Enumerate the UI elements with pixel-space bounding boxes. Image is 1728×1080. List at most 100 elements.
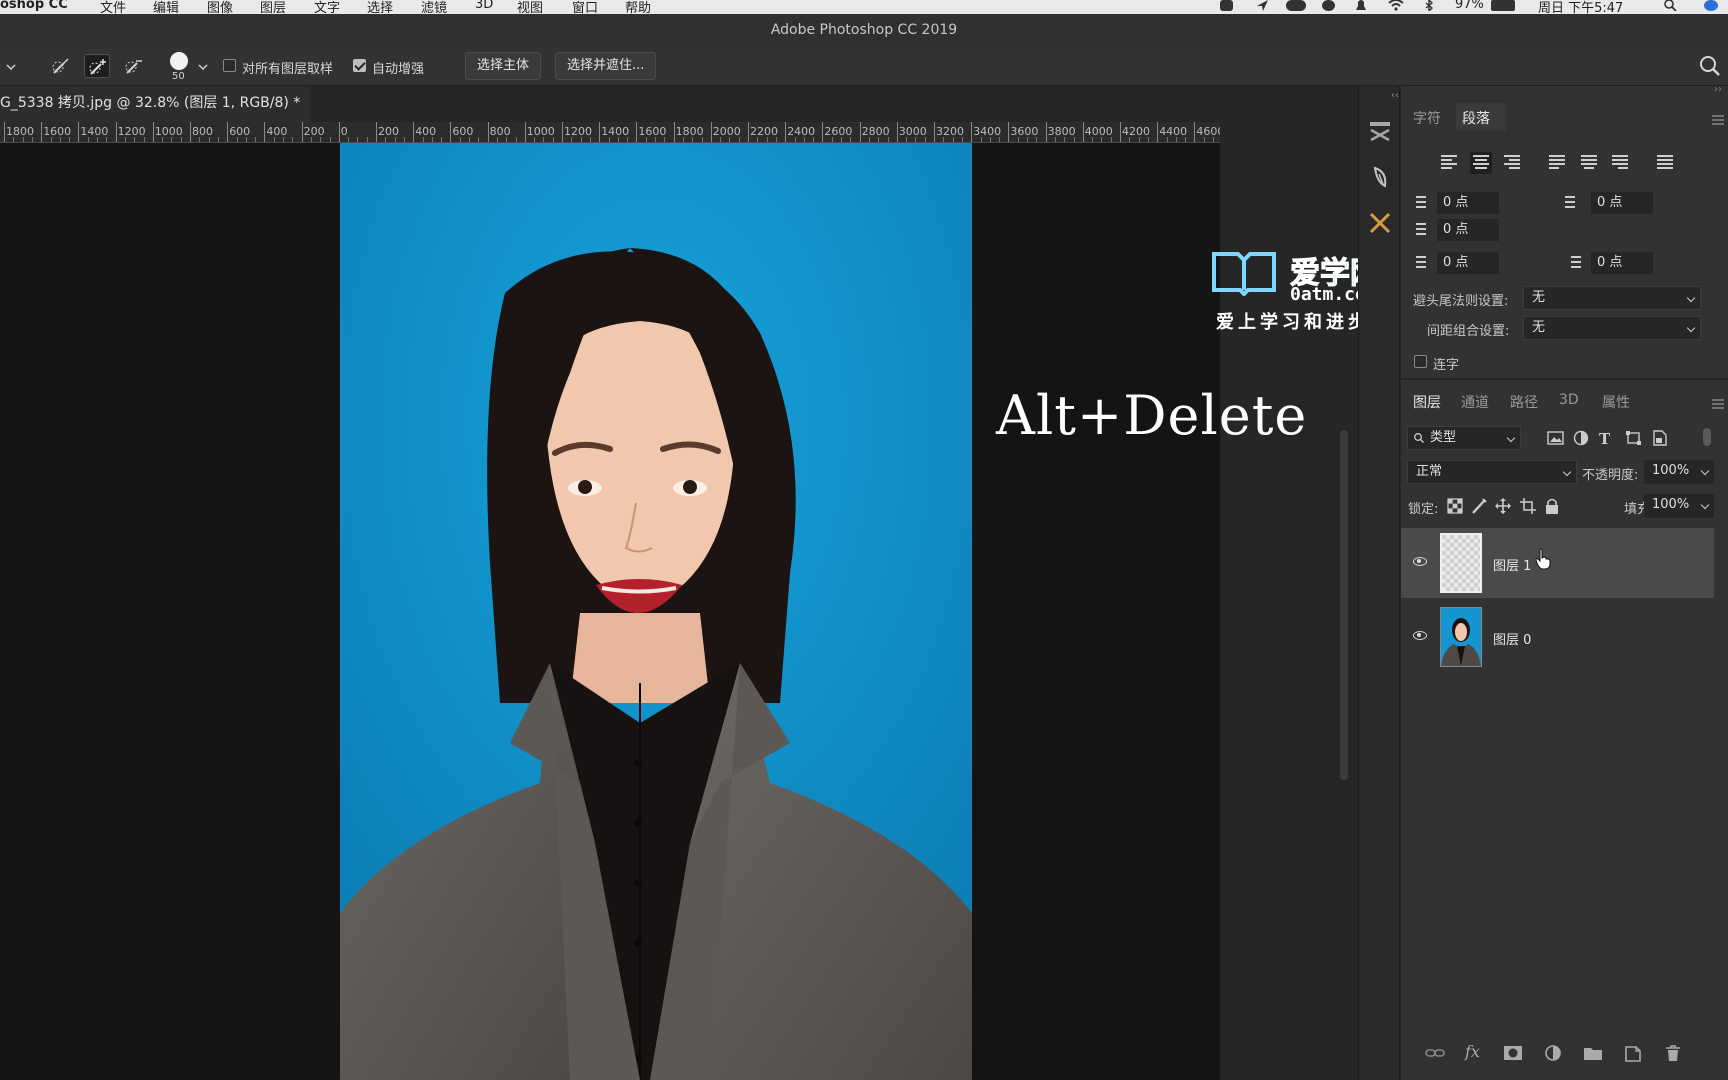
brush-size-preview-icon[interactable] [170, 52, 188, 70]
indent-first-line-field[interactable]: 0 点 [1437, 219, 1499, 241]
menubar-clock[interactable]: 周日 下午5:47 [1538, 0, 1623, 14]
hyphenate-checkbox[interactable] [1414, 355, 1427, 368]
filter-toggle-icon[interactable] [1703, 428, 1711, 446]
sample-all-layers-label[interactable]: 对所有图层取样 [242, 58, 333, 77]
tab-layers[interactable]: 图层 [1413, 392, 1441, 412]
new-adjustment-layer-icon[interactable] [1543, 1044, 1563, 1062]
subtract-from-selection-brush-icon[interactable] [121, 54, 147, 78]
space-after-field[interactable]: 0 点 [1591, 252, 1653, 274]
tab-character[interactable]: 字符 [1413, 108, 1441, 128]
clone-source-icon[interactable] [1367, 210, 1393, 236]
opacity-field[interactable]: 100% [1644, 460, 1714, 484]
lock-image-pixels-icon[interactable] [1471, 498, 1489, 514]
tray-bluetooth-icon[interactable] [1424, 0, 1437, 13]
select-subject-button[interactable]: 选择主体 [465, 52, 542, 80]
kinsoku-dropdown[interactable]: 无 [1523, 286, 1701, 310]
lock-all-icon[interactable] [1545, 498, 1563, 514]
tab-properties[interactable]: 属性 [1602, 392, 1630, 412]
layer-name[interactable]: 图层 1 [1493, 555, 1531, 574]
menu-3d[interactable]: 3D [475, 0, 493, 12]
document-tab[interactable]: G_5338 拷贝.jpg @ 32.8% (图层 1, RGB/8) * [0, 86, 311, 122]
justify-last-right-icon[interactable] [1609, 152, 1631, 174]
portrait-photo[interactable] [340, 143, 972, 1080]
brush-picker-chevron-icon[interactable] [198, 61, 208, 76]
justify-all-icon[interactable] [1654, 152, 1676, 174]
auto-enhance-label[interactable]: 自动增强 [372, 58, 424, 77]
canvas-vertical-scrollbar[interactable] [1340, 430, 1348, 780]
link-layers-icon[interactable] [1425, 1044, 1445, 1062]
search-icon[interactable] [1699, 55, 1721, 81]
hyphenate-label[interactable]: 连字 [1433, 354, 1459, 373]
filter-smart-objects-icon[interactable] [1651, 430, 1669, 446]
space-before-field[interactable]: 0 点 [1437, 252, 1499, 274]
justify-last-left-icon[interactable] [1546, 152, 1568, 174]
menu-edit[interactable]: 编辑 [153, 0, 179, 14]
tray-p-icon[interactable] [1322, 0, 1335, 11]
indent-right-field[interactable]: 0 点 [1591, 192, 1653, 214]
delete-layer-trash-icon[interactable] [1663, 1044, 1683, 1062]
layer-row-layer-0[interactable]: 图层 0 [1401, 602, 1714, 672]
indent-left-field[interactable]: 0 点 [1437, 192, 1499, 214]
justify-last-center-icon[interactable] [1578, 152, 1600, 174]
layers-panel-menu-icon[interactable] [1712, 398, 1724, 413]
tool-preset-chevron-icon[interactable] [6, 61, 16, 76]
tray-wifi-icon[interactable] [1388, 0, 1404, 11]
visibility-eye-icon[interactable] [1413, 631, 1427, 640]
filter-type-layers-icon[interactable]: T [1599, 430, 1617, 448]
menu-file[interactable]: 文件 [100, 0, 126, 14]
collapse-panels-icon[interactable]: ‹‹ [1391, 90, 1399, 101]
lock-position-icon[interactable] [1495, 498, 1513, 514]
visibility-eye-icon[interactable] [1413, 557, 1427, 566]
horizontal-ruler[interactable]: 1800 1600 1400 1200 1000 800 600 400 200 0 200 400 6… [0, 122, 1220, 143]
menu-type[interactable]: 文字 [314, 0, 340, 14]
select-and-mask-button[interactable]: 选择并遮住... [555, 52, 657, 80]
auto-enhance-checkbox[interactable] [353, 59, 366, 72]
fill-field[interactable]: 100% [1644, 494, 1714, 518]
menu-window[interactable]: 窗口 [572, 0, 598, 14]
spotlight-search-icon[interactable] [1664, 0, 1677, 12]
filter-pixel-layers-icon[interactable] [1547, 430, 1565, 446]
align-center-icon[interactable] [1470, 152, 1492, 174]
menu-image[interactable]: 图像 [207, 0, 233, 14]
tool-presets-icon[interactable] [1367, 118, 1393, 144]
new-layer-icon[interactable] [1623, 1044, 1643, 1062]
sample-all-layers-checkbox[interactable] [223, 59, 236, 72]
tab-3d[interactable]: 3D [1559, 392, 1579, 408]
align-left-icon[interactable] [1438, 152, 1460, 174]
blend-mode-dropdown[interactable]: 正常 [1407, 460, 1577, 484]
tray-battery-icon[interactable] [1491, 0, 1515, 11]
layer-name[interactable]: 图层 0 [1493, 629, 1531, 648]
tab-channels[interactable]: 通道 [1461, 392, 1489, 412]
tray-location-icon[interactable] [1256, 0, 1269, 11]
new-selection-brush-icon[interactable] [48, 54, 74, 78]
tray-record-icon[interactable] [1220, 0, 1233, 11]
menu-layer[interactable]: 图层 [260, 0, 286, 14]
brush-settings-icon[interactable] [1367, 164, 1393, 190]
tab-paths[interactable]: 路径 [1510, 392, 1538, 412]
tray-siri-icon[interactable] [1704, 0, 1718, 11]
panel-menu-icon[interactable] [1712, 114, 1724, 129]
expand-panels-icon[interactable]: ›› [1714, 84, 1722, 95]
filter-adjustment-layers-icon[interactable] [1573, 430, 1591, 446]
tray-wechat-icon[interactable] [1286, 0, 1306, 11]
add-layer-mask-icon[interactable] [1503, 1044, 1523, 1062]
lock-artboard-icon[interactable] [1520, 498, 1538, 514]
ruler-label: 3600 [1010, 125, 1039, 138]
layer-row-layer-1[interactable]: 图层 1 [1401, 528, 1714, 598]
align-right-icon[interactable] [1501, 152, 1523, 174]
layer-filter-kind-dropdown[interactable]: 类型 [1407, 426, 1521, 450]
filter-shape-layers-icon[interactable] [1625, 430, 1643, 446]
menu-view[interactable]: 视图 [517, 0, 543, 14]
add-to-selection-brush-icon[interactable] [84, 54, 110, 78]
menu-help[interactable]: 帮助 [625, 0, 651, 14]
layer-style-fx-icon[interactable]: fx [1465, 1042, 1485, 1061]
mojikumi-dropdown[interactable]: 无 [1523, 316, 1701, 340]
menu-app-name[interactable]: oshop CC [0, 0, 68, 12]
lock-transparent-pixels-icon[interactable] [1447, 498, 1465, 514]
tab-paragraph[interactable]: 段落 [1462, 108, 1490, 128]
ruler-label: 4000 [1084, 125, 1113, 138]
menu-filter[interactable]: 滤镜 [421, 0, 447, 14]
new-group-folder-icon[interactable] [1583, 1044, 1603, 1062]
tray-bell-icon[interactable] [1354, 0, 1367, 11]
menu-select[interactable]: 选择 [367, 0, 393, 14]
